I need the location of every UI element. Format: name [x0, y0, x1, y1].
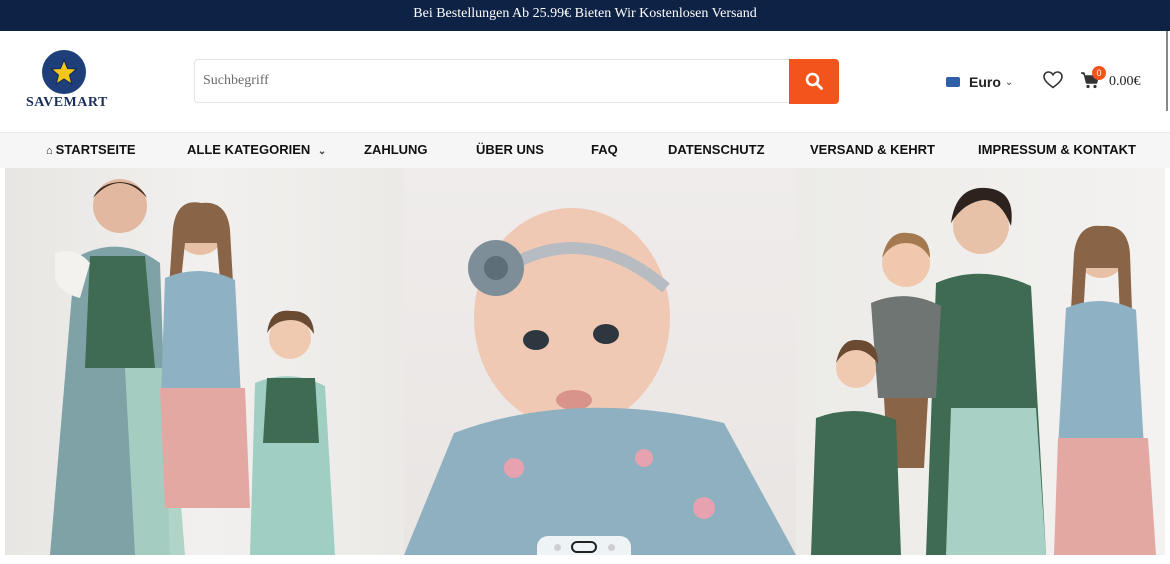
nav-faq-label: FAQ [591, 142, 618, 157]
heart-icon [1043, 71, 1063, 89]
slider-dot-2[interactable] [571, 541, 597, 553]
hero-photo-family-right [796, 168, 1165, 555]
main-nav: ⌂ STARTSEITE ALLE KATEGORIEN ⌄ ZAHLUNG ÜB… [0, 132, 1170, 168]
nav-home-label: STARTSEITE [55, 142, 136, 157]
chevron-down-icon: ⌄ [1004, 76, 1014, 88]
nav-about[interactable]: ÜBER UNS [476, 133, 544, 169]
nav-imprint-label: IMPRESSUM & KONTAKT [978, 142, 1136, 157]
announcement-text: Bei Bestellungen Ab 25.99€ Bieten Wir Ko… [413, 6, 757, 21]
chevron-down-icon: ⌄ [317, 146, 327, 157]
nav-home[interactable]: ⌂ STARTSEITE [46, 133, 136, 169]
currency-selector[interactable]: Euro ⌄ [946, 73, 1013, 91]
search-button[interactable] [789, 59, 839, 104]
wishlist-button[interactable] [1043, 71, 1063, 94]
slider-pagination [537, 536, 631, 558]
search-input[interactable] [194, 59, 790, 103]
nav-about-label: ÜBER UNS [476, 142, 544, 157]
nav-payment-label: ZAHLUNG [364, 142, 428, 157]
nav-privacy[interactable]: DATENSCHUTZ [668, 133, 765, 169]
nav-categories[interactable]: ALLE KATEGORIEN ⌄ [187, 133, 326, 169]
search-bar [194, 59, 839, 104]
nav-faq[interactable]: FAQ [591, 133, 618, 169]
hero-photo-baby [404, 168, 796, 555]
nav-imprint[interactable]: IMPRESSUM & KONTAKT [978, 133, 1136, 169]
logo[interactable]: SAVEMART [26, 50, 110, 112]
nav-shipping-label: VERSAND & KEHRT [810, 142, 935, 157]
star-logo-icon [42, 50, 86, 94]
cart-total: 0.00€ [1109, 74, 1141, 89]
nav-categories-label: ALLE KATEGORIEN [187, 142, 311, 157]
search-icon [805, 72, 823, 90]
announcement-bar: Bei Bestellungen Ab 25.99€ Bieten Wir Ko… [0, 0, 1170, 31]
nav-privacy-label: DATENSCHUTZ [668, 142, 765, 157]
nav-shipping[interactable]: VERSAND & KEHRT [810, 133, 935, 169]
header: SAVEMART Euro ⌄ 0 0.00€ [0, 31, 1170, 132]
currency-label: Euro [969, 74, 1001, 90]
slider-dot-3[interactable] [608, 544, 615, 551]
scrollbar[interactable] [1166, 31, 1168, 111]
home-icon: ⌂ [46, 145, 53, 157]
brand-name: SAVEMART [26, 95, 108, 110]
hero-slider[interactable] [5, 168, 1165, 555]
slider-dot-1[interactable] [554, 544, 561, 551]
cart-count-badge: 0 [1092, 66, 1106, 80]
nav-payment[interactable]: ZAHLUNG [364, 133, 428, 169]
flag-icon [946, 77, 960, 87]
hero-photo-family-left [5, 168, 404, 555]
